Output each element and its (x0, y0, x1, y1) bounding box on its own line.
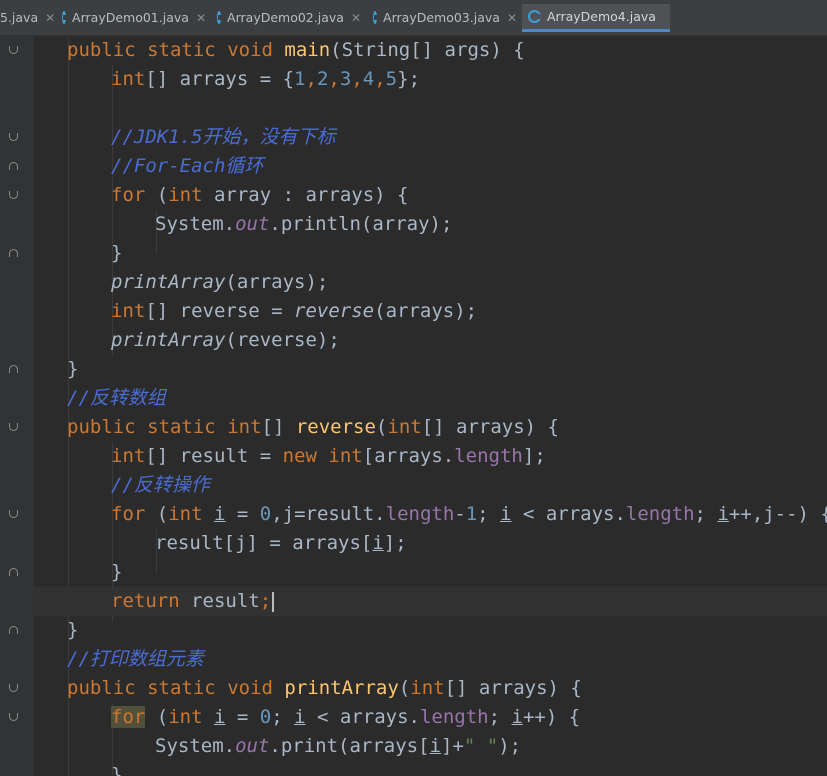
code-line: printArray(reverse); (111, 329, 340, 351)
tab-label: ArrayDemo01.java (72, 10, 189, 25)
fold-icon[interactable] (9, 423, 18, 431)
fold-icon[interactable] (9, 133, 18, 141)
code-line: int[] arrays = {1,2,3,4,5}; (111, 68, 421, 90)
code-line: public static int[] reverse(int[] arrays… (67, 416, 559, 438)
java-class-icon (373, 11, 379, 24)
code-line: for (int i = 0; i < arrays.length; i++) … (111, 706, 581, 728)
code-line: int[] result = new int[arrays.length]; (111, 445, 546, 467)
code-line: int[] reverse = reverse(arrays); (111, 300, 478, 322)
code-line: } (111, 764, 123, 776)
code-comment: //JDK1.5开始，没有下标 (111, 126, 336, 148)
tab-arraydemo01[interactable]: ArrayDemo01.java ✕ (56, 4, 206, 31)
code-line: } (67, 358, 79, 380)
fold-icon[interactable] (9, 249, 18, 257)
fold-icon[interactable] (9, 46, 18, 54)
fold-icon[interactable] (9, 365, 18, 373)
java-class-icon (62, 11, 68, 24)
tab-arraydemo02[interactable]: ArrayDemo02.java ✕ (211, 4, 361, 31)
code-editor[interactable]: public static void main(String[] args) {… (34, 36, 827, 776)
text-caret (272, 591, 275, 612)
code-line: public static void printArray(int[] arra… (67, 677, 582, 699)
code-comment: //反转数组 (67, 387, 166, 409)
editor-tab-bar: 5.java ✕ ArrayDemo01.java ✕ ArrayDemo02.… (0, 0, 827, 36)
code-line: for (int array : arrays) { (111, 184, 409, 206)
fold-icon[interactable] (9, 568, 18, 576)
fold-icon[interactable] (9, 684, 18, 692)
java-class-icon (528, 10, 542, 23)
code-line: printArray(arrays); (111, 271, 329, 293)
code-line: for (int i = 0,j=result.length-1; i < ar… (111, 503, 827, 525)
fold-icon[interactable] (9, 626, 18, 634)
close-icon[interactable]: ✕ (351, 11, 361, 25)
fold-icon[interactable] (9, 162, 18, 170)
fold-icon[interactable] (9, 510, 18, 518)
code-line: System.out.println(array); (155, 213, 453, 235)
code-line: } (111, 561, 123, 583)
fold-icon[interactable] (9, 191, 18, 199)
code-line: System.out.print(arrays[i]+" "); (155, 735, 522, 757)
editor-gutter (0, 36, 34, 776)
tab-label: 5.java (0, 10, 39, 25)
fold-icon[interactable] (9, 713, 18, 721)
tab-arraydemo4[interactable]: ArrayDemo4.java (522, 4, 670, 32)
close-icon[interactable]: ✕ (45, 11, 55, 25)
close-icon[interactable]: ✕ (507, 11, 517, 25)
code-comment: //反转操作 (111, 474, 210, 496)
tab-label: ArrayDemo4.java (547, 9, 656, 24)
code-comment: //打印数组元素 (67, 648, 204, 670)
code-line: public static void main(String[] args) { (67, 39, 525, 61)
tab-5-java[interactable]: 5.java ✕ (0, 4, 55, 31)
tab-label: ArrayDemo03.java (383, 10, 500, 25)
code-line: } (111, 242, 123, 264)
code-comment: //For-Each循环 (111, 155, 264, 177)
code-line: } (67, 619, 79, 641)
close-icon[interactable]: ✕ (196, 11, 206, 25)
tab-arraydemo03[interactable]: ArrayDemo03.java ✕ (367, 4, 517, 31)
code-line: result[j] = arrays[i]; (155, 532, 407, 554)
java-class-icon (217, 11, 223, 24)
tab-label: ArrayDemo02.java (227, 10, 344, 25)
current-line: return result; (34, 587, 827, 616)
